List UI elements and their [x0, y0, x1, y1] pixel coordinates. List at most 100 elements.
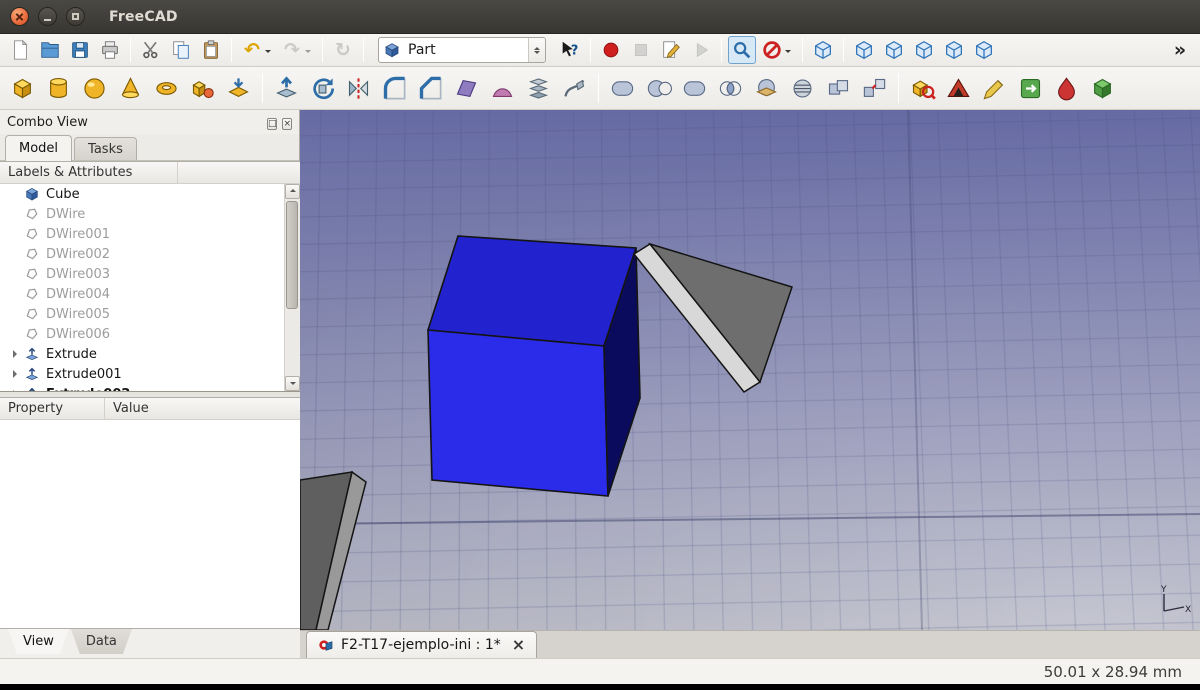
color-per-face-button[interactable] [1050, 72, 1083, 105]
cone-button[interactable] [114, 72, 147, 105]
tree-item-dwire001[interactable]: DWire001 [0, 224, 284, 244]
property-editor-body[interactable] [0, 420, 300, 628]
redo-button[interactable]: ↷ [278, 36, 316, 64]
document-tab-close-icon[interactable]: × [512, 637, 525, 653]
tree-item-dwire[interactable]: DWire [0, 204, 284, 224]
view-isometric-icon [812, 39, 834, 61]
sweep-button[interactable] [558, 72, 591, 105]
torus-button[interactable] [150, 72, 183, 105]
view-left-button[interactable] [970, 36, 998, 64]
undo-dropdown-arrow[interactable] [263, 37, 273, 63]
expand-spacer [10, 268, 22, 280]
copy-button[interactable] [167, 36, 195, 64]
tree-item-dwire003[interactable]: DWire003 [0, 264, 284, 284]
explode-compound-button[interactable] [858, 72, 891, 105]
create-primitives-button[interactable] [186, 72, 219, 105]
y-axis-label: Y [1160, 585, 1167, 595]
close-button[interactable] [10, 7, 29, 26]
tree-item-extrude002[interactable]: Extrude002 [0, 384, 284, 391]
scrollbar-thumb[interactable] [286, 201, 298, 309]
defeaturing-button[interactable] [942, 72, 975, 105]
tree-item-dwire004[interactable]: DWire004 [0, 284, 284, 304]
cylinder-button[interactable] [42, 72, 75, 105]
view-rear-button[interactable] [940, 36, 968, 64]
box-button[interactable] [6, 72, 39, 105]
make-face-button[interactable] [450, 72, 483, 105]
draw-style-button[interactable] [758, 36, 796, 64]
expand-arrow-icon[interactable] [10, 388, 22, 391]
redo-dropdown-arrow[interactable] [303, 37, 313, 63]
print-button[interactable] [96, 36, 124, 64]
expand-arrow-icon[interactable] [10, 368, 22, 380]
loft-button[interactable] [522, 72, 555, 105]
view-front-icon [853, 39, 875, 61]
tree-item-cube[interactable]: Cube [0, 184, 284, 204]
tab-view[interactable]: View [8, 629, 69, 654]
paste-button[interactable] [197, 36, 225, 64]
tree-item-dwire005[interactable]: DWire005 [0, 304, 284, 324]
convert-to-solid-button[interactable] [1086, 72, 1119, 105]
tree-item-dwire002[interactable]: DWire002 [0, 244, 284, 264]
tab-tasks[interactable]: Tasks [74, 137, 137, 160]
check-geometry-button[interactable] [906, 72, 939, 105]
boolean-button[interactable] [606, 72, 639, 105]
edit-sketch-button[interactable] [978, 72, 1011, 105]
scroll-down-icon[interactable] [285, 376, 300, 391]
ruled-surface-button[interactable] [486, 72, 519, 105]
macro-stop-button[interactable] [627, 36, 655, 64]
boolean-cut-button[interactable] [642, 72, 675, 105]
compound-button[interactable] [822, 72, 855, 105]
macro-edit-button[interactable] [657, 36, 685, 64]
model-tree: Labels & Attributes CubeDWireDWire001DWi… [0, 161, 300, 392]
view-top-button[interactable] [880, 36, 908, 64]
tab-model[interactable]: Model [5, 135, 72, 161]
boolean-union-button[interactable] [678, 72, 711, 105]
maximize-button[interactable] [66, 7, 85, 26]
scroll-up-icon[interactable] [285, 184, 300, 199]
draw-style-dropdown-arrow[interactable] [783, 37, 793, 63]
tab-data[interactable]: Data [71, 629, 132, 654]
cross-sections-button[interactable] [786, 72, 819, 105]
print-icon [99, 39, 121, 61]
tree-scrollbar[interactable] [284, 184, 300, 391]
workbench-selector[interactable]: Part [378, 37, 546, 63]
fit-all-button[interactable] [728, 36, 756, 64]
boolean-common-button[interactable] [714, 72, 747, 105]
toolbar-overflow-button[interactable]: » [1166, 36, 1194, 64]
tree-item-dwire006[interactable]: DWire006 [0, 324, 284, 344]
view-right-button[interactable] [910, 36, 938, 64]
macro-record-button[interactable] [597, 36, 625, 64]
3d-viewport[interactable]: Y X [300, 110, 1200, 630]
shape-builder-button[interactable] [222, 72, 255, 105]
property-column-value: Value [105, 398, 300, 419]
migrate-sketch-button[interactable] [1014, 72, 1047, 105]
section-button[interactable] [750, 72, 783, 105]
view-front-button[interactable] [850, 36, 878, 64]
window-title: FreeCAD [109, 9, 178, 25]
refresh-button[interactable]: ↻ [329, 36, 357, 64]
cut-button[interactable] [137, 36, 165, 64]
whats-this-button[interactable]: ? [556, 36, 584, 64]
macro-execute-button[interactable] [687, 36, 715, 64]
panel-float-button[interactable]: □ [267, 118, 278, 130]
open-document-button[interactable] [36, 36, 64, 64]
sphere-button[interactable] [78, 72, 111, 105]
mirror-button[interactable] [342, 72, 375, 105]
revolve-button[interactable] [306, 72, 339, 105]
document-tab[interactable]: F2-T17-ejemplo-ini : 1* × [306, 631, 537, 658]
minimize-button[interactable] [38, 7, 57, 26]
new-document-button[interactable] [6, 36, 34, 64]
tree-item-extrude[interactable]: Extrude [0, 344, 284, 364]
extrude-button[interactable] [270, 72, 303, 105]
tree-item-extrude001[interactable]: Extrude001 [0, 364, 284, 384]
fillet-button[interactable] [378, 72, 411, 105]
workbench-selector-arrows[interactable] [528, 38, 545, 62]
view-isometric-button[interactable] [809, 36, 837, 64]
tree-item-label: DWire005 [46, 307, 110, 322]
undo-button[interactable]: ↶ [238, 36, 276, 64]
chamfer-button[interactable] [414, 72, 447, 105]
save-document-button[interactable] [66, 36, 94, 64]
treeextrude-icon [24, 346, 40, 362]
expand-arrow-icon[interactable] [10, 348, 22, 360]
panel-close-button[interactable]: × [282, 118, 292, 130]
